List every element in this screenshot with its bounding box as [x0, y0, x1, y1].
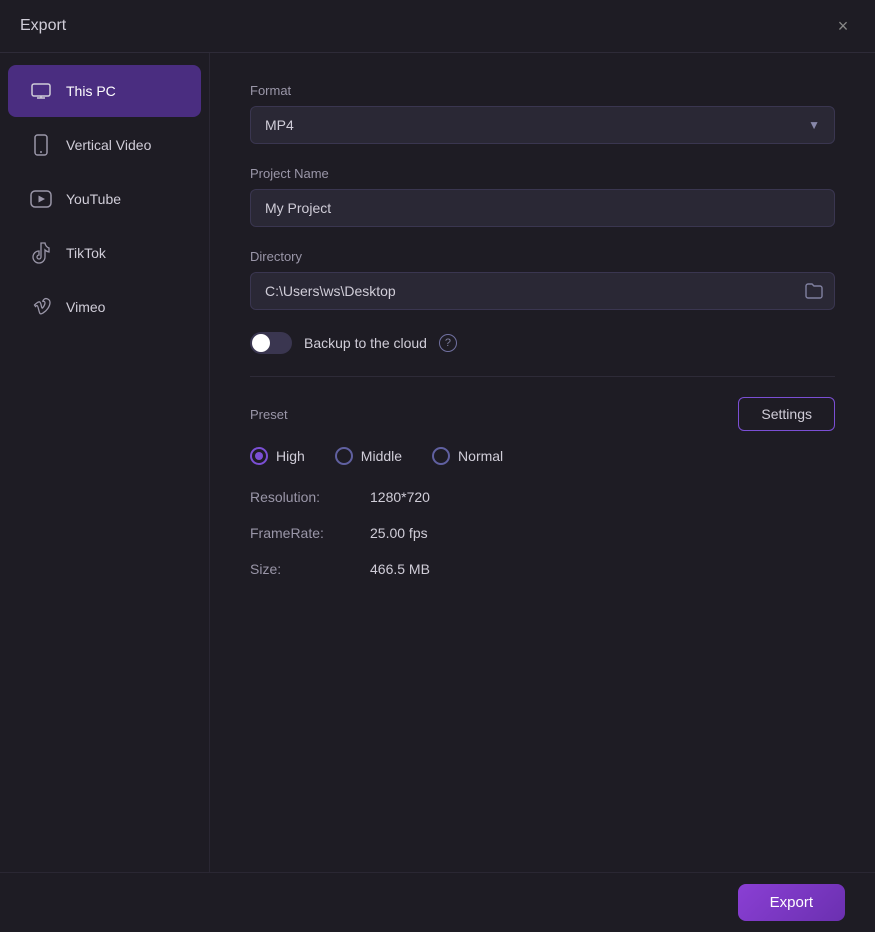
resolution-key: Resolution:	[250, 489, 370, 505]
toggle-knob	[252, 334, 270, 352]
framerate-row: FrameRate: 25.00 fps	[250, 525, 835, 541]
format-value: MP4	[265, 117, 294, 133]
main-layout: This PC Vertical Video	[0, 53, 875, 872]
preset-radio-high[interactable]: High	[250, 447, 305, 465]
preset-high-label: High	[276, 448, 305, 464]
preset-label: Preset	[250, 407, 288, 422]
sidebar-item-tiktok[interactable]: TikTok	[8, 227, 201, 279]
backup-toggle-row: Backup to the cloud ?	[250, 332, 835, 354]
size-value: 466.5 MB	[370, 561, 430, 577]
radio-inner-high	[255, 452, 263, 460]
sidebar-item-this-pc[interactable]: This PC	[8, 65, 201, 117]
sidebar-item-vertical-video-label: Vertical Video	[66, 137, 151, 153]
preset-radio-middle[interactable]: Middle	[335, 447, 402, 465]
sidebar-item-vertical-video[interactable]: Vertical Video	[8, 119, 201, 171]
content-area: Format MP4 ▼ Project Name Directory	[210, 53, 875, 872]
size-key: Size:	[250, 561, 370, 577]
radio-circle-middle	[335, 447, 353, 465]
sidebar-item-vimeo-label: Vimeo	[66, 299, 105, 315]
title-bar: Export ×	[0, 0, 875, 53]
vimeo-icon	[28, 294, 54, 320]
divider	[250, 376, 835, 377]
settings-button[interactable]: Settings	[738, 397, 835, 431]
project-name-label: Project Name	[250, 166, 835, 181]
sidebar-item-tiktok-label: TikTok	[66, 245, 106, 261]
export-window: Export × This PC	[0, 0, 875, 932]
preset-normal-label: Normal	[458, 448, 503, 464]
sidebar-item-youtube[interactable]: YouTube	[8, 173, 201, 225]
format-dropdown[interactable]: MP4 ▼	[250, 106, 835, 144]
preset-middle-label: Middle	[361, 448, 402, 464]
preset-header: Preset Settings	[250, 397, 835, 431]
preset-radio-group: High Middle Normal	[250, 447, 835, 465]
chevron-down-icon: ▼	[808, 118, 820, 132]
backup-toggle[interactable]	[250, 332, 292, 354]
sidebar-item-this-pc-label: This PC	[66, 83, 116, 99]
close-button[interactable]: ×	[831, 14, 855, 38]
youtube-icon	[28, 186, 54, 212]
resolution-value: 1280*720	[370, 489, 430, 505]
pc-icon	[28, 78, 54, 104]
format-label: Format	[250, 83, 835, 98]
project-name-input[interactable]	[250, 189, 835, 227]
size-row: Size: 466.5 MB	[250, 561, 835, 577]
resolution-row: Resolution: 1280*720	[250, 489, 835, 505]
framerate-value: 25.00 fps	[370, 525, 428, 541]
directory-input-wrapper	[250, 272, 835, 310]
backup-section: Backup to the cloud ?	[250, 332, 835, 354]
sidebar-item-youtube-label: YouTube	[66, 191, 121, 207]
folder-icon[interactable]	[805, 283, 823, 299]
sidebar-item-vimeo[interactable]: Vimeo	[8, 281, 201, 333]
export-button[interactable]: Export	[738, 884, 845, 921]
framerate-key: FrameRate:	[250, 525, 370, 541]
project-name-section: Project Name	[250, 166, 835, 227]
directory-section: Directory	[250, 249, 835, 310]
help-icon[interactable]: ?	[439, 334, 457, 352]
radio-circle-high	[250, 447, 268, 465]
directory-label: Directory	[250, 249, 835, 264]
sidebar: This PC Vertical Video	[0, 53, 210, 872]
window-title: Export	[20, 17, 66, 35]
backup-label: Backup to the cloud	[304, 335, 427, 351]
preset-radio-normal[interactable]: Normal	[432, 447, 503, 465]
radio-circle-normal	[432, 447, 450, 465]
format-section: Format MP4 ▼	[250, 83, 835, 144]
directory-input[interactable]	[250, 272, 835, 310]
phone-icon	[28, 132, 54, 158]
tiktok-icon	[28, 240, 54, 266]
bottom-bar: Export	[0, 872, 875, 932]
